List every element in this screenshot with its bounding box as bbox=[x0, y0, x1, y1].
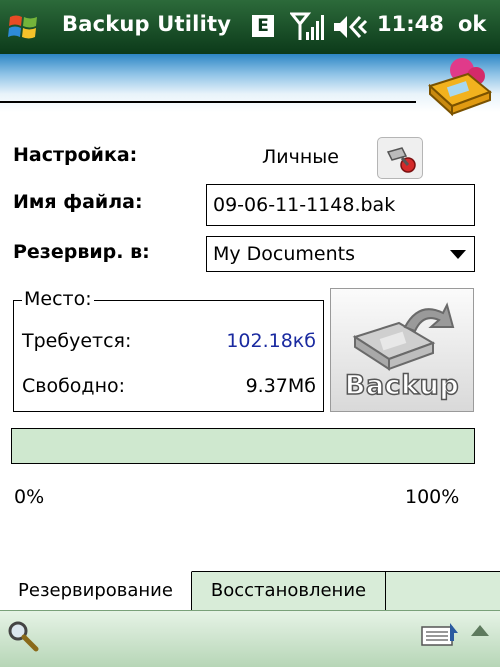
tab-backup[interactable]: Резервирование bbox=[0, 571, 192, 610]
free-label: Свободно: bbox=[22, 375, 126, 397]
free-value: 9.37Мб bbox=[245, 375, 316, 397]
backup-logo-icon bbox=[428, 58, 492, 117]
destination-label: Резервир. в: bbox=[13, 241, 150, 263]
destination-select[interactable]: My Documents bbox=[206, 236, 475, 272]
progress-bar bbox=[11, 428, 475, 464]
required-value: 102.18кб bbox=[226, 330, 316, 352]
network-type-badge: E bbox=[252, 15, 274, 37]
progress-max-label: 100% bbox=[405, 486, 460, 508]
ok-button[interactable]: ok bbox=[458, 12, 486, 36]
progress-min-label: 0% bbox=[14, 486, 45, 508]
search-icon[interactable] bbox=[6, 619, 40, 653]
volume-icon[interactable] bbox=[332, 13, 370, 41]
backup-button[interactable]: Backup bbox=[330, 288, 474, 412]
signal-icon[interactable] bbox=[290, 12, 324, 42]
header-divider bbox=[0, 101, 416, 103]
title-bar: Backup Utility E 11:48 ok bbox=[0, 0, 500, 54]
destination-value: My Documents bbox=[213, 243, 356, 265]
filename-label: Имя файла: bbox=[13, 191, 143, 213]
settings-button[interactable] bbox=[377, 137, 423, 179]
chevron-down-icon bbox=[450, 250, 466, 259]
settings-tool-icon bbox=[386, 147, 416, 173]
bottom-bar bbox=[0, 610, 500, 667]
settings-value: Личные bbox=[262, 146, 339, 168]
windows-start-icon[interactable] bbox=[4, 7, 44, 47]
tab-strip: Резервирование Восстановление bbox=[0, 571, 500, 611]
clock[interactable]: 11:48 bbox=[377, 12, 444, 36]
keyboard-icon[interactable] bbox=[420, 621, 462, 649]
required-label: Требуется: bbox=[22, 330, 132, 352]
filename-input[interactable]: 09-06-11-1148.bak bbox=[206, 184, 475, 226]
settings-label: Настройка: bbox=[13, 144, 138, 166]
sip-up-arrow-icon[interactable] bbox=[471, 625, 489, 636]
space-legend: Место: bbox=[22, 288, 94, 310]
backup-button-label: Backup bbox=[344, 369, 460, 402]
app-title: Backup Utility bbox=[62, 12, 232, 36]
backup-disk-icon bbox=[352, 302, 455, 371]
tab-restore[interactable]: Восстановление bbox=[192, 571, 386, 610]
